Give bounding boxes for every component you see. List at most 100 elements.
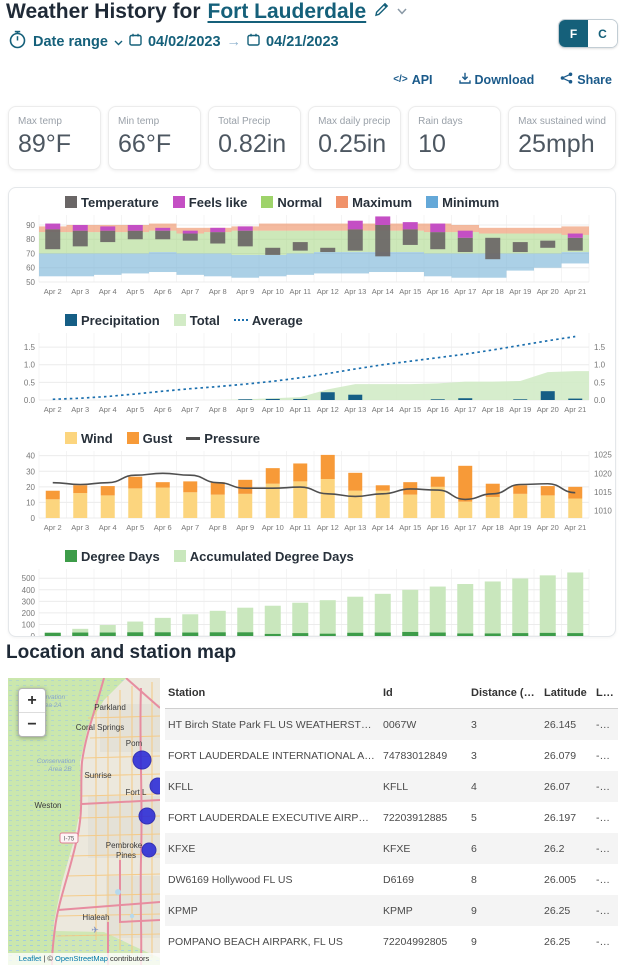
location-chevron-down-icon[interactable] <box>397 6 407 18</box>
svg-text:1.0: 1.0 <box>24 361 36 370</box>
start-date[interactable]: 04/02/2023 <box>148 34 221 50</box>
temperature-chart[interactable]: 5060708090Apr 2Apr 3Apr 4Apr 5Apr 6Apr 7… <box>9 210 613 298</box>
legend-item[interactable]: Total <box>174 313 220 328</box>
legend-item[interactable]: Maximum <box>336 195 412 210</box>
end-date[interactable]: 04/21/2023 <box>266 34 339 50</box>
history-clock-icon <box>8 30 27 53</box>
api-label: API <box>412 73 433 87</box>
stat-card-max-temp: Max temp 89°F <box>8 106 101 170</box>
svg-text:400: 400 <box>22 586 36 595</box>
zoom-in-button[interactable]: + <box>19 689 45 712</box>
svg-text:Apr 16: Apr 16 <box>427 405 449 414</box>
legend-item[interactable]: Temperature <box>65 195 159 210</box>
col-header-longitude: Longitude <box>593 687 618 699</box>
station-marker[interactable] <box>139 808 155 824</box>
legend-item[interactable]: Degree Days <box>65 549 160 564</box>
svg-text:Apr 4: Apr 4 <box>99 523 117 532</box>
svg-text:Apr 12: Apr 12 <box>317 523 339 532</box>
svg-text:Apr 16: Apr 16 <box>427 287 449 296</box>
legend-item[interactable]: Normal <box>261 195 322 210</box>
table-row: HT Birch State Park FL US WEATHERSTEM006… <box>165 709 618 740</box>
charts-card: Temperature Feels like Normal Maximum Minimu… <box>8 187 616 637</box>
table-cell: 6 <box>468 843 541 855</box>
unit-celsius-button[interactable]: C <box>588 20 617 47</box>
stat-value: 0.82in <box>218 130 291 159</box>
svg-text:0.0: 0.0 <box>24 396 36 405</box>
download-button[interactable]: Download <box>459 72 535 87</box>
legend-item[interactable]: Feels like <box>173 195 248 210</box>
svg-text:50: 50 <box>26 278 35 287</box>
table-cell: -80.162 <box>593 750 618 762</box>
map-city-label: Coral Springs <box>76 723 124 732</box>
svg-text:Apr 18: Apr 18 <box>482 405 504 414</box>
stat-value: 0.25in <box>318 130 391 159</box>
weather-history-page: Weather History for Fort Lauderdale F C … <box>0 0 624 969</box>
map-city-label: Pembroke <box>106 841 143 850</box>
legend-item[interactable]: Wind <box>65 431 113 446</box>
unit-fahrenheit-button[interactable]: F <box>559 20 588 47</box>
page-title: Weather History for Fort Lauderdale <box>6 0 407 24</box>
legend-item[interactable]: Precipitation <box>65 313 160 328</box>
map-city-label: Pines <box>116 851 136 860</box>
table-cell: 26.005 <box>541 874 593 886</box>
station-marker[interactable] <box>142 843 156 857</box>
api-button[interactable]: </> API <box>393 73 432 87</box>
date-range-chevron-down-icon[interactable] <box>114 34 123 50</box>
download-label: Download <box>475 73 535 87</box>
legend-marker-icon <box>234 319 248 321</box>
zoom-out-button[interactable]: − <box>19 713 45 736</box>
svg-text:Apr 6: Apr 6 <box>154 523 172 532</box>
svg-text:90: 90 <box>26 221 35 230</box>
table-cell: -80.11 <box>593 905 618 917</box>
legend-marker-icon <box>65 432 77 444</box>
svg-text:Apr 9: Apr 9 <box>236 287 254 296</box>
degree-days-chart[interactable]: 0100200300400500Apr 2Apr 3Apr 4Apr 5Apr … <box>9 564 613 637</box>
svg-text:Apr 12: Apr 12 <box>317 405 339 414</box>
stat-card-total-precip: Total Precip 0.82in <box>208 106 301 170</box>
legend-item[interactable]: Minimum <box>426 195 499 210</box>
legend-item[interactable]: Pressure <box>186 431 260 446</box>
station-marker[interactable] <box>133 751 151 769</box>
legend-item[interactable]: Gust <box>127 431 173 446</box>
stats-row: Max temp 89°F Min temp 66°F Total Precip… <box>8 106 616 170</box>
leaflet-link[interactable]: Leaflet <box>19 954 42 963</box>
edit-location-icon[interactable] <box>373 1 390 23</box>
table-cell: POMPANO BEACH AIRPARK, FL US <box>165 936 380 948</box>
svg-text:Apr 10: Apr 10 <box>262 405 284 414</box>
legend-item[interactable]: Average <box>234 313 303 328</box>
legend-label: Total <box>190 313 220 328</box>
openstreetmap-link[interactable]: OpenStreetMap <box>55 954 108 963</box>
date-range-label[interactable]: Date range <box>33 34 108 50</box>
table-row: FORT LAUDERDALE INTERNATIONAL AIRPORT, F… <box>165 740 618 771</box>
table-cell: 4 <box>468 781 541 793</box>
table-cell: 26.079 <box>541 750 593 762</box>
station-map[interactable]: I-75ConservationArea 2AConservationArea … <box>8 678 160 965</box>
wind-chart[interactable]: 0102030401010101510201025Apr 2Apr 3Apr 4… <box>9 446 613 534</box>
stat-label: Max temp <box>18 116 91 127</box>
svg-text:Apr 2: Apr 2 <box>44 405 62 414</box>
table-cell: 26.145 <box>541 719 593 731</box>
svg-text:Apr 18: Apr 18 <box>482 287 504 296</box>
map-city-label: Parkland <box>94 703 126 712</box>
svg-text:Apr 3: Apr 3 <box>71 405 89 414</box>
svg-text:1.5: 1.5 <box>24 343 36 352</box>
stat-card-min-temp: Min temp 66°F <box>108 106 201 170</box>
unit-toggle[interactable]: F C <box>558 19 618 48</box>
svg-text:Apr 14: Apr 14 <box>372 523 394 532</box>
table-cell: 26.2 <box>541 843 593 855</box>
table-cell: KPMP <box>165 905 380 917</box>
svg-text:Apr 17: Apr 17 <box>454 523 476 532</box>
location-link[interactable]: Fort Lauderdale <box>208 0 367 24</box>
svg-text:Apr 8: Apr 8 <box>209 287 227 296</box>
table-cell: 72203912885 <box>380 812 468 824</box>
svg-text:Apr 5: Apr 5 <box>126 523 144 532</box>
legend-marker-icon <box>127 432 139 444</box>
legend-marker-icon <box>261 196 273 208</box>
share-button[interactable]: Share <box>560 72 612 87</box>
svg-text:10: 10 <box>26 498 35 507</box>
stat-label: Min temp <box>118 116 191 127</box>
svg-text:I-75: I-75 <box>64 837 75 843</box>
table-cell: 3 <box>468 719 541 731</box>
precipitation-chart[interactable]: 0.00.51.01.50.00.51.01.5Apr 2Apr 3Apr 4A… <box>9 328 613 416</box>
legend-item[interactable]: Accumulated Degree Days <box>174 549 354 564</box>
